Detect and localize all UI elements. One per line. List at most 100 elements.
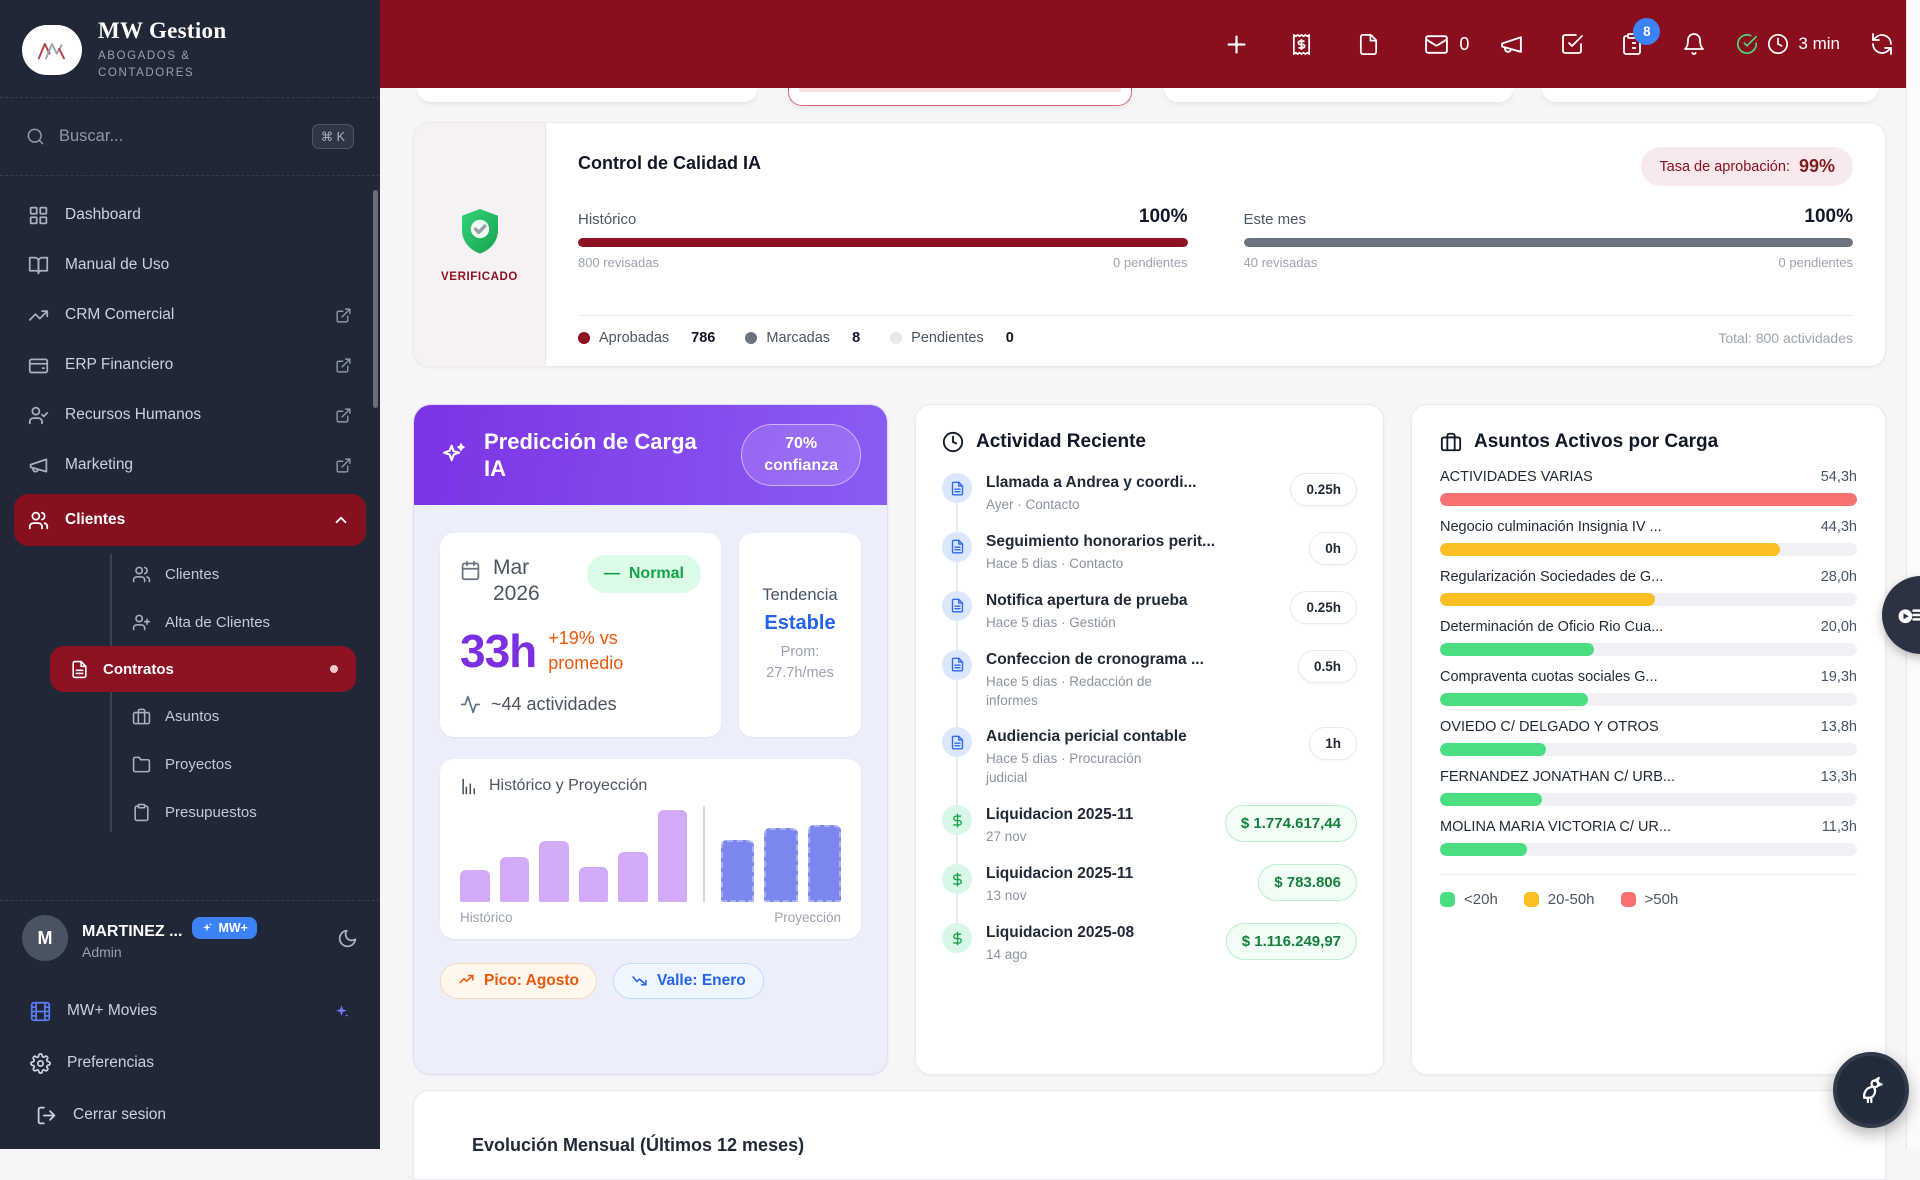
- legend-20-50: 20-50h: [1524, 891, 1595, 908]
- refresh-button[interactable]: [1870, 32, 1894, 56]
- activity-item[interactable]: Liquidacion 2025-0814 ago $ 1.116.249,97: [942, 923, 1357, 965]
- search-shortcut: ⌘ K: [312, 124, 354, 149]
- historic-reviewed: 800 revisadas: [578, 255, 659, 270]
- receipt-button[interactable]: [1290, 33, 1313, 56]
- file-text-icon: [942, 473, 972, 503]
- matter-row[interactable]: Negocio culminación Insignia IV ...44,3h: [1440, 519, 1857, 556]
- clock-icon: [1767, 33, 1789, 55]
- quality-title: Control de Calidad IA: [578, 153, 761, 174]
- matter-row[interactable]: OVIEDO C/ DELGADO Y OTROS13,8h: [1440, 719, 1857, 756]
- user-name: MARTINEZ ...: [82, 923, 182, 940]
- hist-bar: [579, 867, 609, 901]
- search-input[interactable]: Buscar... ⌘ K: [0, 98, 380, 176]
- matter-row[interactable]: Determinación de Oficio Rio Cua...20,0h: [1440, 619, 1857, 656]
- brand-name: MW Gestion: [98, 18, 226, 44]
- dollar-icon: [942, 864, 972, 894]
- submenu-item-contratos[interactable]: Contratos: [50, 646, 356, 692]
- submenu-item-presupuestos[interactable]: Presupuestos: [0, 788, 380, 836]
- activity-item[interactable]: Liquidacion 2025-1113 nov $ 783.806: [942, 864, 1357, 906]
- user-plus-icon: [132, 613, 151, 632]
- amount-badge: $ 1.116.249,97: [1226, 923, 1357, 960]
- sidebar: MW Gestion ABOGADOS & CONTADORES Buscar.…: [0, 0, 380, 1149]
- sidebar-item-erp[interactable]: ERP Financiero: [0, 340, 380, 390]
- megaphone-icon: [1499, 32, 1524, 57]
- submenu-item-alta-clientes[interactable]: Alta de Clientes: [0, 598, 380, 646]
- chevron-up-icon: [332, 511, 350, 529]
- sidebar-menu: Dashboard Manual de Uso CRM Comercial ER…: [0, 176, 380, 836]
- mail-icon: [1424, 32, 1449, 57]
- month-reviewed: 40 revisadas: [1244, 255, 1318, 270]
- monthly-evolution-title: Evolución Mensual (Últimos 12 meses): [472, 1135, 1855, 1156]
- submenu-item-asuntos[interactable]: Asuntos: [0, 692, 380, 740]
- clipboard-button[interactable]: 8: [1620, 32, 1644, 56]
- avatar: M: [22, 915, 68, 961]
- sidebar-footer: MW+ Movies Preferencias Cerrar sesion: [0, 985, 380, 1141]
- receipt-icon: [1290, 33, 1313, 56]
- sidebar-scrollbar[interactable]: [373, 190, 378, 408]
- trending-up-icon: [28, 305, 49, 326]
- activity-item[interactable]: Confeccion de cronograma ...Hace 5 dias …: [942, 650, 1357, 711]
- hours-badge: 0.5h: [1298, 650, 1357, 683]
- megaphone-icon: [28, 455, 49, 476]
- submenu-item-proyectos[interactable]: Proyectos: [0, 740, 380, 788]
- brand: MW Gestion ABOGADOS & CONTADORES: [0, 0, 380, 98]
- tasks-count-badge: 8: [1633, 18, 1660, 45]
- submenu-item-label: Alta de Clientes: [165, 614, 270, 631]
- film-icon: [30, 1001, 51, 1022]
- activity-item[interactable]: Liquidacion 2025-1127 nov $ 1.774.617,44: [942, 805, 1357, 847]
- window-scrollbar[interactable]: [1906, 0, 1920, 1149]
- clientes-submenu: Clientes Alta de Clientes Contratos Asun…: [0, 550, 380, 836]
- activity-item[interactable]: Notifica apertura de pruebaHace 5 dias ·…: [942, 591, 1357, 633]
- sidebar-item-rrhh[interactable]: Recursos Humanos: [0, 390, 380, 440]
- mail-button[interactable]: [1424, 32, 1449, 57]
- sidebar-item-label: CRM Comercial: [65, 306, 174, 324]
- proj-bar: [721, 840, 755, 902]
- proj-bar: [764, 828, 798, 902]
- sidebar-item-logout[interactable]: Cerrar sesion: [0, 1089, 380, 1141]
- sidebar-item-marketing[interactable]: Marketing: [0, 440, 380, 490]
- sidebar-item-clientes[interactable]: Clientes: [14, 494, 366, 546]
- user-check-icon: [28, 405, 49, 426]
- sidebar-item-crm[interactable]: CRM Comercial: [0, 290, 380, 340]
- matter-row[interactable]: FERNANDEZ JONATHAN C/ URB...13,3h: [1440, 769, 1857, 806]
- tasks-button[interactable]: [1560, 32, 1584, 56]
- amount-badge: $ 783.806: [1258, 864, 1357, 901]
- matter-row[interactable]: Compraventa cuotas sociales G...19,3h: [1440, 669, 1857, 706]
- dollar-icon: [942, 923, 972, 953]
- sparkles-icon: [440, 441, 468, 469]
- activity-item[interactable]: Audiencia pericial contableHace 5 dias ·…: [942, 727, 1357, 788]
- prediction-month-card: Mar 2026 —Normal 33h +19% vs promedio ~4…: [440, 533, 721, 737]
- announcements-button[interactable]: [1499, 32, 1524, 57]
- assistant-fab[interactable]: [1833, 1052, 1909, 1128]
- user-profile[interactable]: M MARTINEZ ...MW+ Admin: [0, 900, 380, 961]
- sidebar-item-mw-movies[interactable]: MW+ Movies: [0, 985, 380, 1037]
- matter-row[interactable]: Regularización Sociedades de G...28,0h: [1440, 569, 1857, 606]
- file-text-icon: [70, 660, 89, 679]
- matter-row[interactable]: ACTIVIDADES VARIAS54,3h: [1440, 469, 1857, 506]
- add-button[interactable]: [1223, 31, 1250, 58]
- dark-mode-toggle-icon[interactable]: [337, 928, 358, 949]
- forecast-chart-card: Histórico y Proyección: [440, 759, 861, 939]
- sidebar-item-dashboard[interactable]: Dashboard: [0, 190, 380, 240]
- quality-control-card: VERIFICADO Control de Calidad IA Tasa de…: [413, 122, 1886, 367]
- legend-under20: <20h: [1440, 891, 1498, 908]
- activity-item[interactable]: Seguimiento honorarios perit...Hace 5 di…: [942, 532, 1357, 574]
- hours-badge: 0h: [1309, 532, 1357, 565]
- sidebar-item-manual[interactable]: Manual de Uso: [0, 240, 380, 290]
- kpi-card-partial: [1542, 88, 1878, 102]
- sidebar-item-preferencias[interactable]: Preferencias: [0, 1037, 380, 1089]
- month-progress: Este mes 100% 40 revisadas 0 pendientes: [1244, 206, 1854, 270]
- notifications-button[interactable]: [1682, 32, 1706, 56]
- month-bar: [1244, 238, 1854, 247]
- matter-row[interactable]: MOLINA MARIA VICTORIA C/ UR...11,3h: [1440, 819, 1857, 856]
- historic-progress: Histórico 100% 800 revisadas 0 pendiente…: [578, 206, 1188, 270]
- wallet-icon: [28, 355, 49, 376]
- bird-icon: [1854, 1073, 1888, 1107]
- document-button[interactable]: [1357, 33, 1380, 56]
- submenu-item-clientes[interactable]: Clientes: [0, 550, 380, 598]
- sidebar-item-label: Clientes: [65, 511, 125, 529]
- confidence-badge: 70% confianza: [741, 424, 861, 485]
- file-text-icon: [942, 591, 972, 621]
- activity-item[interactable]: Llamada a Andrea y coordi...Ayer · Conta…: [942, 473, 1357, 515]
- valley-badge: Valle: Enero: [613, 963, 764, 999]
